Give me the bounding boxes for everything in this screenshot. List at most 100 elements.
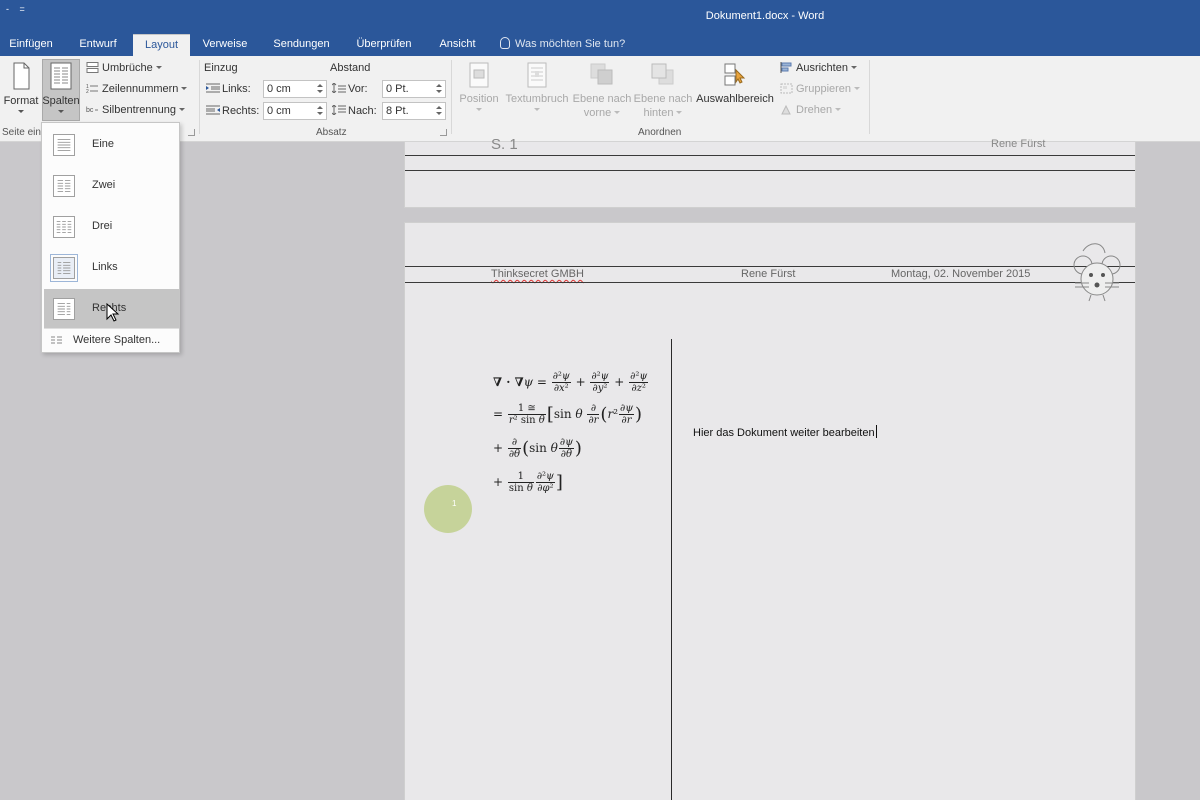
- rotate-icon: [781, 104, 791, 115]
- chevron-down-icon: [179, 108, 186, 111]
- gruppieren-label: Gruppieren: [796, 83, 852, 95]
- three-columns-icon: [53, 216, 75, 238]
- textumbruch-button[interactable]: Textumbruch: [503, 62, 571, 111]
- group-label-absatz: Absatz: [316, 127, 347, 138]
- tab-ueberpruefen[interactable]: Überprüfen: [346, 34, 422, 56]
- ebene-vorne-line2: vorne: [572, 106, 632, 120]
- position-label: Position: [459, 93, 499, 105]
- silbentrennung-label: Silbentrennung: [102, 104, 177, 116]
- tab-ansicht[interactable]: Ansicht: [430, 34, 485, 56]
- ebene-vorne-line1: Ebene nach: [572, 93, 632, 105]
- header-date: Montag, 02. November 2015: [891, 268, 1031, 280]
- textumbruch-label: Textumbruch: [505, 93, 569, 105]
- ebene-hinten-line2: hinten: [633, 106, 693, 120]
- ebene-nach-vorne-button[interactable]: Ebene nach vorne: [572, 62, 632, 120]
- two-columns-icon: [53, 175, 75, 197]
- seite-dialog-launcher[interactable]: [188, 129, 195, 136]
- abstand-nach-label: Nach:: [331, 104, 377, 117]
- chevron-down-icon: [58, 110, 64, 113]
- chevron-down-icon: [155, 66, 162, 69]
- chevron-down-icon: [850, 66, 857, 69]
- spalten-label: Spalten: [42, 95, 80, 107]
- chevron-down-icon: [534, 108, 540, 111]
- tell-me-label: Was möchten Sie tun?: [515, 38, 626, 50]
- group-divider: [451, 60, 452, 134]
- ebene-nach-hinten-button[interactable]: Ebene nach hinten: [633, 62, 693, 120]
- chevron-down-icon: [676, 111, 683, 114]
- group-label-anordnen: Anordnen: [638, 127, 682, 138]
- click-indicator-number: 1: [452, 499, 457, 508]
- umbrueche-label: Umbrüche: [102, 62, 153, 74]
- abstand-vor-label: Vor:: [331, 82, 368, 95]
- silbentrennung-button[interactable]: bc Silbentrennung: [86, 104, 186, 116]
- bring-forward-icon: [590, 63, 613, 85]
- columns-option-links[interactable]: Links: [44, 248, 179, 288]
- chevron-down-icon: [476, 108, 482, 111]
- tell-me-search[interactable]: Was möchten Sie tun?: [500, 34, 625, 56]
- einzug-rechts-label: Rechts:: [206, 105, 259, 117]
- spinner-arrows-icon[interactable]: [317, 104, 324, 118]
- ausrichten-button[interactable]: Ausrichten: [780, 62, 857, 74]
- chevron-down-icon: [854, 87, 861, 90]
- body-text[interactable]: Hier das Dokument weiter bearbeiten: [693, 425, 877, 439]
- abstand-nach-input[interactable]: [382, 102, 446, 120]
- left-column-icon: [50, 254, 78, 282]
- footer-rule: [405, 170, 1135, 171]
- einzug-links-label: Links:: [206, 83, 251, 95]
- svg-text:bc: bc: [86, 107, 94, 114]
- title-bar: - = Dokument1.docx - Word: [0, 0, 1200, 34]
- footer-rule: [405, 155, 1135, 156]
- spacing-after-icon: [331, 104, 346, 116]
- abstand-vor-input[interactable]: [382, 80, 446, 98]
- svg-text:2: 2: [86, 89, 89, 94]
- tab-einfuegen[interactable]: Einfügen: [0, 34, 62, 56]
- more-columns-icon: [51, 336, 62, 344]
- mouse-pointer-icon: [106, 303, 120, 322]
- header-author: Rene Fürst: [741, 268, 796, 280]
- right-column-icon: [53, 298, 75, 320]
- auswahlbereich-button[interactable]: Auswahlbereich: [694, 62, 776, 105]
- gruppieren-button[interactable]: Gruppieren: [780, 83, 861, 95]
- ausrichten-label: Ausrichten: [796, 62, 848, 74]
- page-format-icon: [13, 62, 30, 90]
- einzug-rechts-value[interactable]: [264, 103, 314, 119]
- einzug-links-value[interactable]: [264, 81, 314, 97]
- abstand-vor-value[interactable]: [383, 81, 433, 97]
- einzug-rechts-input[interactable]: [263, 102, 327, 120]
- abstand-nach-value[interactable]: [383, 103, 433, 119]
- selection-pane-icon: [724, 63, 746, 86]
- spinner-arrows-icon[interactable]: [317, 82, 324, 96]
- format-label: Format: [3, 95, 39, 107]
- columns-option-eine[interactable]: Eine: [44, 125, 179, 165]
- columns-option-zwei[interactable]: Zwei: [44, 166, 179, 206]
- zeilennummern-label: Zeilennummern: [102, 83, 179, 95]
- zeilennummern-button[interactable]: 1 2 Zeilennummern: [86, 83, 188, 95]
- position-icon: [469, 62, 489, 88]
- equation-laplacian[interactable]: ∇ · ∇ψ = ∂²ψ ∂x² + ∂²ψ ∂y² + ∂²ψ ∂z² = 1 ≅ r…: [493, 371, 663, 521]
- group-divider: [199, 60, 200, 134]
- header-rule-bottom: [405, 282, 1135, 283]
- tab-sendungen[interactable]: Sendungen: [265, 34, 338, 56]
- wrap-text-icon: [527, 62, 547, 88]
- footer-author: Rene Fürst: [991, 138, 1046, 150]
- auswahlbereich-label: Auswahlbereich: [696, 93, 774, 105]
- spalten-button[interactable]: Spalten: [42, 62, 80, 113]
- indent-right-icon: [206, 105, 220, 115]
- format-button[interactable]: Format: [2, 62, 40, 113]
- columns-option-drei[interactable]: Drei: [44, 207, 179, 247]
- weitere-spalten-option[interactable]: Weitere Spalten...: [44, 331, 179, 351]
- absatz-dialog-launcher[interactable]: [440, 129, 447, 136]
- tab-verweise[interactable]: Verweise: [195, 34, 255, 56]
- einzug-links-input[interactable]: [263, 80, 327, 98]
- tab-entwurf[interactable]: Entwurf: [66, 34, 130, 56]
- spacing-before-icon: [331, 82, 346, 94]
- send-backward-icon: [651, 63, 674, 85]
- tab-layout[interactable]: Layout: [133, 34, 190, 56]
- spinner-arrows-icon[interactable]: [436, 104, 443, 118]
- spinner-arrows-icon[interactable]: [436, 82, 443, 96]
- document-page-2[interactable]: Thinksecret GMBH Rene Fürst Montag, 02. …: [404, 222, 1136, 800]
- drehen-button[interactable]: Drehen: [780, 104, 842, 116]
- position-button[interactable]: Position: [456, 62, 502, 111]
- umbrueche-button[interactable]: Umbrüche: [86, 62, 162, 74]
- click-indicator: 1: [424, 485, 472, 533]
